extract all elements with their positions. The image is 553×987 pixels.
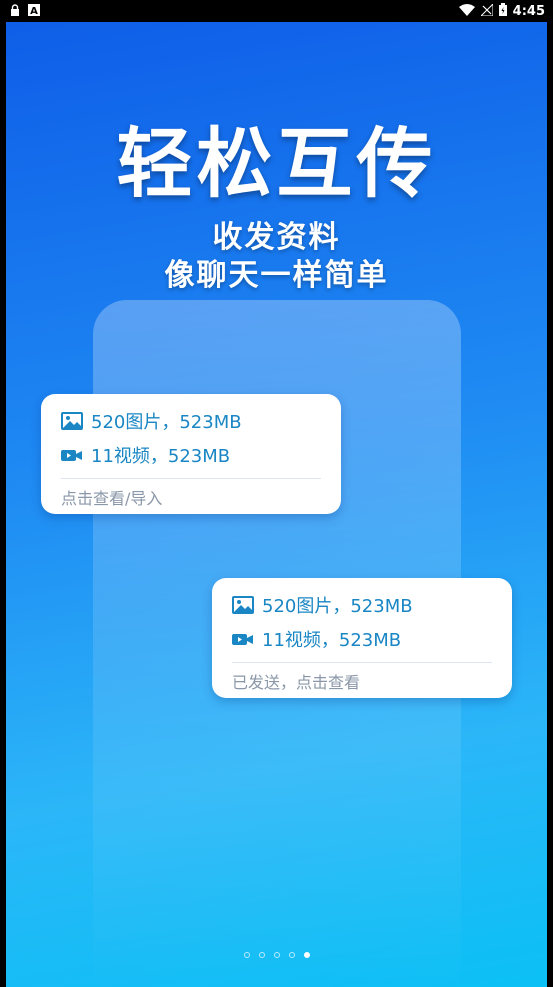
image-icon <box>232 596 254 614</box>
no-signal-icon <box>479 2 494 20</box>
battery-icon <box>498 3 507 20</box>
images-count-text: 520图片，523MB <box>91 412 242 433</box>
transfer-card-sent[interactable]: 520图片，523MB 11视频，523MB 已发送，点击查看 <box>212 578 512 698</box>
status-bar: A 4:45 <box>0 0 553 22</box>
svg-text:A: A <box>30 6 38 16</box>
images-row: 520图片，523MB <box>61 408 242 434</box>
page-dot-5-active[interactable] <box>303 952 310 958</box>
page-dot-1[interactable] <box>243 952 250 958</box>
card-divider <box>232 662 492 663</box>
page-dot-4[interactable] <box>288 952 295 958</box>
image-icon <box>61 412 83 430</box>
page-indicator <box>6 952 547 958</box>
status-time: 4:45 <box>512 4 545 19</box>
page-dot-3[interactable] <box>273 952 280 958</box>
page-dot-2[interactable] <box>258 952 265 958</box>
images-row: 520图片，523MB <box>232 592 413 618</box>
sent-view-link[interactable]: 已发送，点击查看 <box>232 669 360 693</box>
hero-subtitle-line2: 像聊天一样简单 <box>164 258 389 293</box>
videos-count-text: 11视频，523MB <box>262 630 402 651</box>
lock-icon <box>10 4 20 20</box>
card-divider <box>61 478 321 479</box>
images-count-text: 520图片，523MB <box>262 596 413 617</box>
a-icon: A <box>28 4 40 20</box>
view-import-link[interactable]: 点击查看/导入 <box>61 485 162 509</box>
video-icon <box>232 630 254 648</box>
videos-row: 11视频，523MB <box>232 626 401 652</box>
hero-title: 轻松互传 <box>116 119 437 208</box>
videos-row: 11视频，523MB <box>61 442 230 468</box>
onboarding-screen[interactable]: 轻松互传 收发资料 像聊天一样简单 520图片，523MB 11视频，523MB… <box>6 22 547 987</box>
videos-count-text: 11视频，523MB <box>91 446 231 467</box>
transfer-card-received[interactable]: 520图片，523MB 11视频，523MB 点击查看/导入 <box>41 394 341 514</box>
video-icon <box>61 446 83 464</box>
wifi-icon <box>458 3 475 20</box>
